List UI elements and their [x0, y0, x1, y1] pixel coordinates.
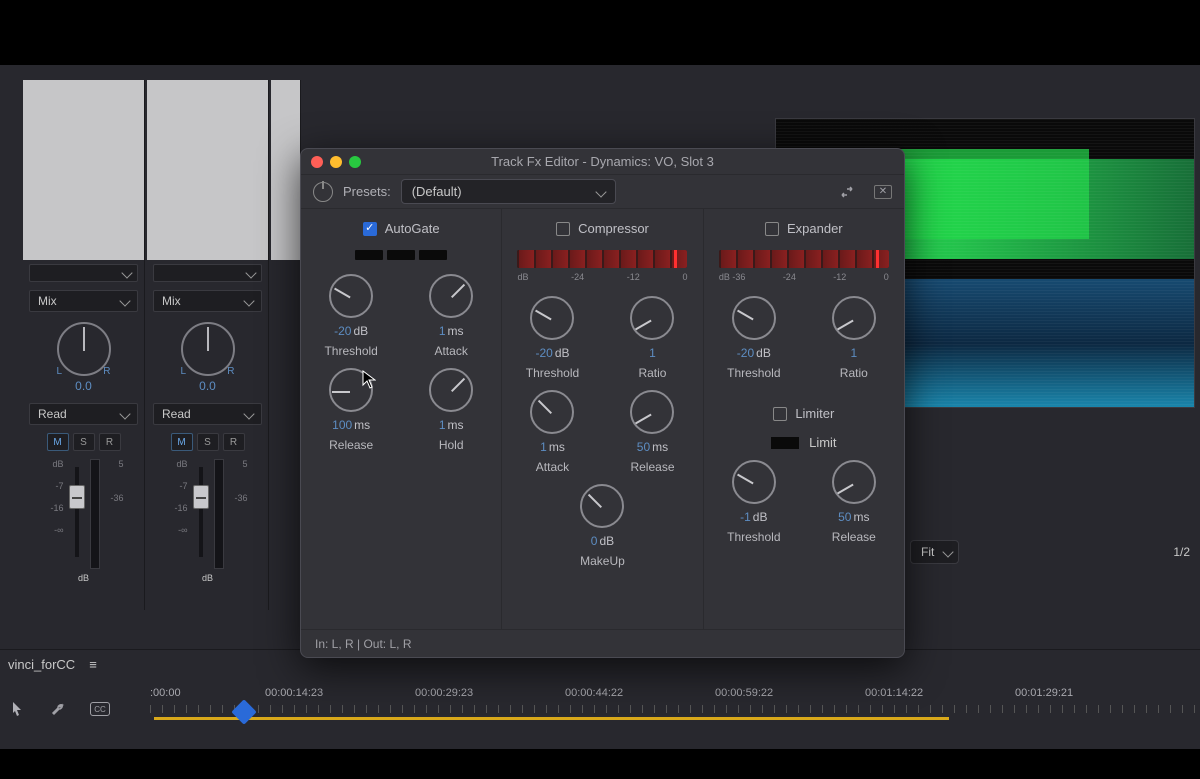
mixer-channel-2: Mix LR 0.0 Read M S R dB-7-16-∞ 5-36 dB — [147, 80, 269, 610]
mute-button[interactable]: M — [47, 433, 69, 451]
send-dropdown[interactable] — [29, 264, 138, 282]
pan-knob[interactable] — [57, 322, 111, 376]
send-dropdown[interactable] — [153, 264, 262, 282]
insert-slot-area[interactable] — [23, 80, 144, 260]
expander-section: Expander dB -36-24-120 -20dB Threshold 1… — [704, 209, 904, 629]
autogate-hold-knob[interactable] — [429, 368, 473, 412]
output-dropdown[interactable]: Mix — [153, 290, 262, 312]
fader[interactable] — [199, 467, 203, 557]
presets-label: Presets: — [343, 184, 391, 199]
pan-value: 0.0 — [75, 379, 92, 393]
preset-dropdown[interactable]: (Default) — [401, 179, 617, 204]
expander-threshold-knob[interactable] — [732, 296, 776, 340]
fader[interactable] — [75, 467, 79, 557]
expander-ratio-knob[interactable] — [832, 296, 876, 340]
expander-reduction-meter — [719, 250, 889, 268]
compressor-threshold-knob[interactable] — [530, 296, 574, 340]
level-meter: dB-7-16-∞ 5-36 — [153, 459, 262, 569]
solo-button[interactable]: S — [73, 433, 95, 451]
expander-checkbox[interactable] — [765, 222, 779, 236]
output-dropdown[interactable]: Mix — [29, 290, 138, 312]
mute-button[interactable]: M — [171, 433, 193, 451]
compressor-section: Compressor dB-24-120 -20dB Threshold 1 R… — [502, 209, 703, 629]
solo-button[interactable]: S — [197, 433, 219, 451]
autogate-attack-knob[interactable] — [429, 274, 473, 318]
menu-icon[interactable]: ≡ — [89, 657, 97, 672]
automation-dropdown[interactable]: Read — [153, 403, 262, 425]
autogate-section: AutoGate -20dB Threshold 1ms Attack 100m… — [301, 209, 502, 629]
fader-handle[interactable] — [69, 485, 85, 509]
playhead[interactable] — [231, 699, 256, 724]
compressor-reduction-meter — [517, 250, 687, 268]
limiter-checkbox[interactable] — [773, 407, 787, 421]
gate-status-leds — [355, 250, 447, 260]
compare-icon[interactable] — [836, 183, 858, 201]
fader-handle[interactable] — [193, 485, 209, 509]
project-name: vinci_forCC — [8, 657, 75, 672]
in-out-range[interactable] — [154, 717, 949, 720]
autogate-title: AutoGate — [385, 221, 440, 236]
limit-label: Limit — [809, 435, 836, 450]
fx-io-footer: In: L, R | Out: L, R — [301, 629, 904, 657]
cc-icon[interactable]: CC — [90, 702, 110, 716]
level-meter: dB-7-16-∞ 5-36 — [29, 459, 138, 569]
fx-editor-window: Track Fx Editor - Dynamics: VO, Slot 3 P… — [300, 148, 905, 658]
compressor-checkbox[interactable] — [556, 222, 570, 236]
record-button[interactable]: R — [99, 433, 121, 451]
limiter-release-knob[interactable] — [832, 460, 876, 504]
compressor-makeup-knob[interactable] — [580, 484, 624, 528]
timeline[interactable]: CC :00:00 00:00:14:23 00:00:29:23 00:00:… — [0, 679, 1200, 749]
close-panel-icon[interactable]: ✕ — [874, 185, 892, 199]
compressor-attack-knob[interactable] — [530, 390, 574, 434]
pan-knob[interactable] — [181, 322, 235, 376]
insert-slot-area[interactable] — [147, 80, 268, 260]
expander-title: Expander — [787, 221, 843, 236]
autogate-checkbox[interactable] — [363, 222, 377, 236]
pointer-tool-icon[interactable] — [10, 701, 30, 717]
wrench-icon[interactable] — [50, 701, 70, 717]
limiter-title: Limiter — [795, 406, 834, 421]
window-title: Track Fx Editor - Dynamics: VO, Slot 3 — [301, 154, 904, 169]
compressor-title: Compressor — [578, 221, 649, 236]
window-titlebar[interactable]: Track Fx Editor - Dynamics: VO, Slot 3 — [301, 149, 904, 175]
compressor-release-knob[interactable] — [630, 390, 674, 434]
automation-dropdown[interactable]: Read — [29, 403, 138, 425]
record-button[interactable]: R — [223, 433, 245, 451]
limiter-threshold-knob[interactable] — [732, 460, 776, 504]
page-indicator: 1/2 — [1173, 545, 1190, 559]
power-button[interactable] — [313, 182, 333, 202]
autogate-threshold-knob[interactable] — [329, 274, 373, 318]
zoom-dropdown[interactable]: Fit — [910, 540, 959, 564]
mixer-channel-3 — [271, 80, 301, 610]
mouse-cursor — [362, 370, 376, 390]
pan-value: 0.0 — [199, 379, 216, 393]
compressor-ratio-knob[interactable] — [630, 296, 674, 340]
mixer-channel-1: Mix LR 0.0 Read M S R dB-7-16-∞ 5-36 dB — [23, 80, 145, 610]
limiter-led — [771, 437, 799, 449]
